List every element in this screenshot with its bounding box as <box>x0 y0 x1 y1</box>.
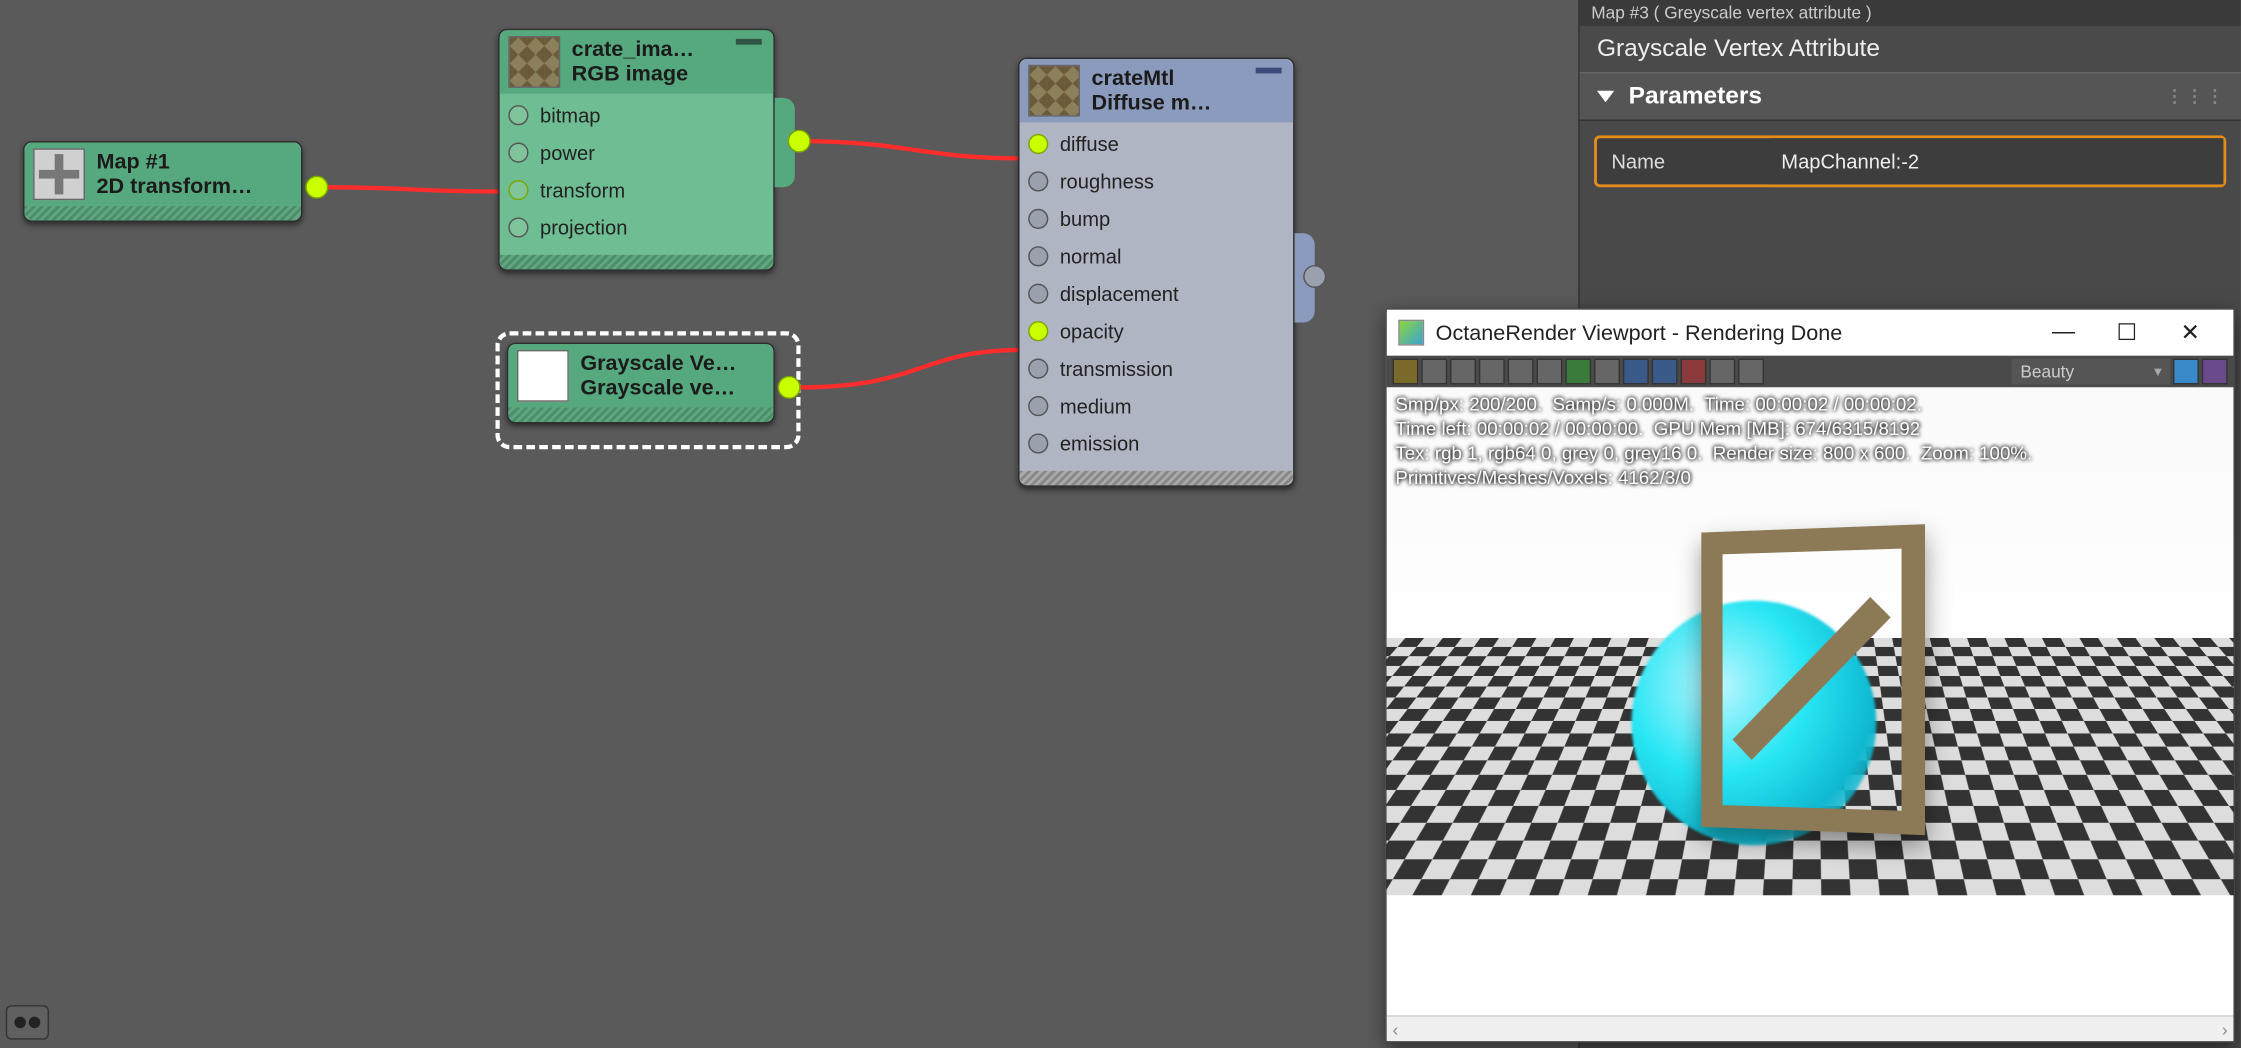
window-title-bar[interactable]: OctaneRender Viewport - Rendering Done —… <box>1387 310 2234 356</box>
toolbar-pause-button[interactable] <box>1479 359 1505 385</box>
render-pass-combo[interactable]: Beauty <box>2012 359 2170 385</box>
node-title: Grayscale Ve… <box>580 351 736 376</box>
slot-emission[interactable]: emission <box>1020 425 1294 462</box>
thumb-crate-icon <box>508 36 560 88</box>
render-stats-overlay: Smp/px: 200/200. Samp/s: 0.000M. Time: 0… <box>1395 393 2032 490</box>
slot-displacement[interactable]: displacement <box>1020 275 1294 312</box>
octane-logo-icon <box>1398 320 1424 346</box>
node-crate-mtl[interactable]: crateMtl Diffuse m… diffuse roughness bu… <box>1018 58 1294 487</box>
slot-power[interactable]: power <box>500 134 774 171</box>
slot-roughness[interactable]: roughness <box>1020 163 1294 200</box>
slot-normal[interactable]: normal <box>1020 238 1294 275</box>
node-grip[interactable] <box>1020 471 1294 485</box>
node-map1[interactable]: Map #1 2D transform… <box>23 141 302 222</box>
toolbar-button[interactable] <box>1536 359 1562 385</box>
thumb-crate-icon <box>1028 65 1080 117</box>
render-crate-frame <box>1701 524 1925 835</box>
node-subtitle: RGB image <box>572 62 694 87</box>
node-grip[interactable] <box>24 206 300 220</box>
toolbar-button[interactable] <box>2173 359 2199 385</box>
node-title: crateMtl <box>1092 66 1212 91</box>
param-label: Name <box>1597 150 1770 173</box>
toolbar-button[interactable] <box>1680 359 1706 385</box>
toolbar-button[interactable] <box>1709 359 1735 385</box>
window-maximize-button[interactable]: ☐ <box>2095 312 2158 352</box>
toolbar-stop-button[interactable] <box>1508 359 1534 385</box>
slot-bitmap[interactable]: bitmap <box>500 96 774 133</box>
toolbar-button[interactable] <box>1594 359 1620 385</box>
panel-title: Grayscale Vertex Attribute <box>1580 26 2241 72</box>
thumb-white-icon <box>517 350 569 402</box>
node-grayscale-vertex[interactable]: Grayscale Ve… Grayscale ve… <box>507 343 775 424</box>
binoculars-icon[interactable] <box>6 1005 49 1040</box>
node-subtitle: 2D transform… <box>96 174 252 199</box>
scroll-left-icon[interactable]: ‹ <box>1392 1019 1398 1039</box>
node-title: Map #1 <box>96 149 252 174</box>
node-crate-image-output[interactable] <box>788 130 811 153</box>
node-subtitle: Diffuse m… <box>1092 91 1212 116</box>
parameters-section-header[interactable]: Parameters ⋮⋮⋮ <box>1580 72 2241 121</box>
slot-bump[interactable]: bump <box>1020 200 1294 237</box>
node-map1-output[interactable] <box>305 176 328 199</box>
viewport-toolbar: Beauty <box>1387 356 2234 388</box>
toolbar-button[interactable] <box>2202 359 2228 385</box>
param-name-row: Name <box>1594 135 2226 187</box>
disclosure-triangle-icon <box>1597 91 1614 103</box>
slot-transform[interactable]: transform <box>500 171 774 208</box>
toolbar-button[interactable] <box>1421 359 1447 385</box>
toolbar-button[interactable] <box>1565 359 1591 385</box>
toolbar-button[interactable] <box>1392 359 1418 385</box>
node-crate-image[interactable]: crate_ima… RGB image bitmap power transf… <box>498 29 774 271</box>
toolbar-button[interactable] <box>1623 359 1649 385</box>
breadcrumb: Map #3 ( Greyscale vertex attribute ) <box>1580 0 2241 26</box>
render-view[interactable]: Smp/px: 200/200. Samp/s: 0.000M. Time: 0… <box>1387 387 2234 1015</box>
slot-transmission[interactable]: transmission <box>1020 350 1294 387</box>
node-crate-mtl-output[interactable] <box>1303 265 1326 288</box>
window-close-button[interactable]: ✕ <box>2159 312 2222 352</box>
window-minimize-button[interactable]: — <box>2032 312 2095 352</box>
toolbar-button[interactable] <box>1450 359 1476 385</box>
slot-opacity[interactable]: opacity <box>1020 312 1294 349</box>
horizontal-scrollbar[interactable]: ‹ › <box>1387 1015 2234 1041</box>
slot-diffuse[interactable]: diffuse <box>1020 125 1294 162</box>
thumb-transform-icon <box>33 148 85 200</box>
toolbar-button[interactable] <box>1652 359 1678 385</box>
node-grip[interactable] <box>500 255 774 269</box>
slot-projection[interactable]: projection <box>500 209 774 246</box>
drag-dots-icon[interactable]: ⋮⋮⋮ <box>2166 86 2226 106</box>
node-title: crate_ima… <box>572 37 694 62</box>
node-grip[interactable] <box>508 408 773 422</box>
scroll-right-icon[interactable]: › <box>2222 1019 2228 1039</box>
slot-medium[interactable]: medium <box>1020 387 1294 424</box>
toolbar-button[interactable] <box>1738 359 1764 385</box>
minimize-icon[interactable] <box>1256 68 1282 74</box>
minimize-icon[interactable] <box>736 39 762 45</box>
viewport-window[interactable]: OctaneRender Viewport - Rendering Done —… <box>1385 308 2235 1042</box>
node-subtitle: Grayscale ve… <box>580 376 736 401</box>
window-title: OctaneRender Viewport - Rendering Done <box>1436 320 1843 344</box>
name-field[interactable] <box>1770 138 2224 184</box>
node-grayscale-vertex-output[interactable] <box>778 376 801 399</box>
